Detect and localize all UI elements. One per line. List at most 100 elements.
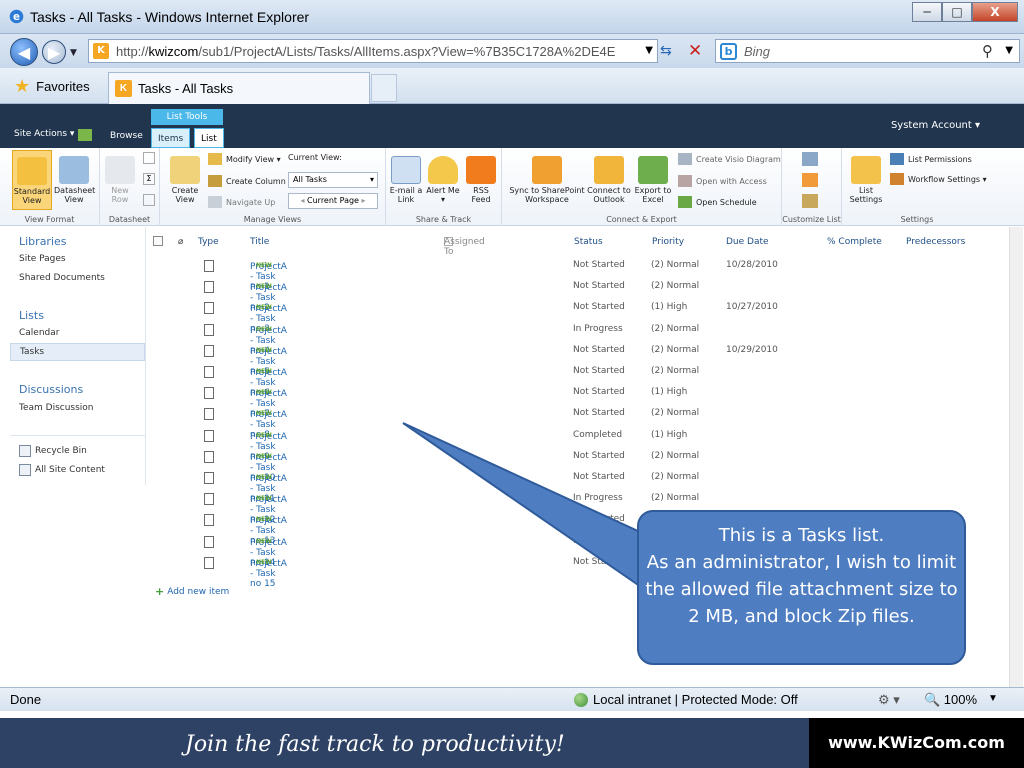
col-title[interactable]: Title (250, 237, 269, 247)
nav-team-discussion[interactable]: Team Discussion (19, 403, 94, 413)
nav-calendar[interactable]: Calendar (19, 328, 59, 338)
row-due-date: 10/28/2010 (726, 260, 778, 270)
bing-logo-icon: b (720, 43, 737, 60)
search-box[interactable]: b Bing ⚲ ▼ (715, 39, 1020, 63)
search-icon[interactable]: ⚲ (982, 42, 993, 60)
security-zone[interactable]: Local intranet | Protected Mode: Off (574, 692, 798, 707)
new-tab-button[interactable] (371, 74, 397, 102)
nav-libraries[interactable]: Libraries (19, 235, 67, 248)
table-row[interactable]: ProjectA - Task no 12 NEW In Progress (2) N… (147, 491, 1007, 525)
tab-tasks-all-tasks[interactable]: K Tasks - All Tasks (108, 72, 370, 104)
nav-tasks[interactable]: Tasks (10, 343, 145, 361)
table-row[interactable]: ProjectA - Task no 8 NEW Not Started (2) No… (147, 406, 1007, 440)
manage-views-label: Manage Views (243, 215, 302, 224)
open-access-button[interactable]: Open with Access (678, 175, 767, 187)
navigate-up-button[interactable]: Navigate Up (208, 196, 275, 208)
export-excel-button[interactable]: Export to Excel (634, 156, 672, 204)
address-dropdown-icon[interactable]: ▼ (645, 45, 653, 56)
address-field[interactable]: K http://kwizcom/sub1/ProjectA/Lists/Tas… (88, 39, 658, 63)
next-page-icon[interactable]: ▸ (362, 196, 366, 205)
new-row-button[interactable]: New Row (104, 156, 136, 204)
nav-recycle-bin[interactable]: Recycle Bin (19, 445, 87, 457)
account-menu[interactable]: System Account ▾ (891, 120, 980, 131)
sync-sharepoint-workspace-button[interactable]: Sync to SharePoint Workspace (508, 156, 586, 204)
add-new-item-link[interactable]: + Add new item (155, 585, 229, 598)
col-priority[interactable]: Priority (652, 237, 684, 247)
table-row[interactable]: ProjectA - Task no 11 NEW Not Started (2) N… (147, 470, 1007, 504)
stop-icon[interactable]: ✕ (688, 41, 702, 61)
nav-lists[interactable]: Lists (19, 309, 44, 322)
current-page-pager[interactable]: ◂ Current Page ▸ (288, 193, 378, 209)
document-icon (204, 450, 214, 463)
forward-button[interactable]: ▶ (42, 40, 66, 64)
maximize-button[interactable]: □ (942, 2, 972, 22)
create-visio-button[interactable]: Create Visio Diagram (678, 153, 781, 165)
col-predecessors[interactable]: Predecessors (906, 237, 965, 247)
rss-icon (466, 156, 496, 184)
col-type[interactable]: Type (198, 237, 219, 247)
workflow-settings-button[interactable]: Workflow Settings ▾ (890, 173, 987, 185)
new-badge: NEW (256, 537, 272, 545)
rss-feed-button[interactable]: RSS Feed (464, 156, 498, 204)
table-row[interactable]: ProjectA - Task no 10 NEW Not Started (2) N… (147, 449, 1007, 483)
standard-view-button[interactable]: Standard View (12, 150, 52, 210)
show-taskpane-icon[interactable] (143, 152, 155, 164)
nav-divider (10, 435, 145, 436)
protected-mode-icon[interactable]: ⚙ ▾ (878, 692, 900, 708)
edit-list-icon[interactable] (802, 152, 818, 166)
nav-shared-documents[interactable]: Shared Documents (19, 273, 105, 283)
totals-icon[interactable]: Σ (143, 173, 155, 185)
modify-view-button[interactable]: Modify View ▾ (208, 153, 281, 165)
site-actions-menu[interactable]: Site Actions ▾ (14, 129, 74, 139)
connect-outlook-button[interactable]: Connect to Outlook (586, 156, 632, 204)
current-view-select[interactable]: All Tasks ▾ (288, 172, 378, 188)
list-permissions-button[interactable]: List Permissions (890, 153, 972, 165)
email-link-button[interactable]: E-mail a Link (388, 156, 424, 204)
table-row[interactable]: ProjectA - Task no 1 NEW Not Started (2) No… (147, 258, 1007, 292)
search-dropdown-icon[interactable]: ▼ (1005, 45, 1013, 56)
minimize-button[interactable]: ─ (912, 2, 942, 22)
col-due-date[interactable]: Due Date (726, 237, 769, 247)
refresh-icon[interactable]: ⇆ (660, 43, 672, 59)
select-all-checkbox[interactable] (153, 236, 163, 246)
email-icon (391, 156, 421, 184)
create-column-button[interactable]: Create Column (208, 175, 286, 187)
new-quick-step-icon[interactable] (802, 194, 818, 208)
favorites-button[interactable]: ★ Favorites (10, 74, 98, 98)
table-row[interactable]: ProjectA - Task no 3 NEW Not Started (1) Hi… (147, 300, 1007, 334)
tab-browse[interactable]: Browse (110, 131, 143, 141)
title-bar: e Tasks - All Tasks - Windows Internet E… (0, 0, 1024, 34)
close-button[interactable]: X (972, 2, 1018, 22)
customize-list-label: Customize List (782, 215, 841, 224)
zoom-level[interactable]: 🔍 100% (924, 692, 977, 708)
create-view-button[interactable]: Create View (168, 156, 202, 204)
nav-all-site-content[interactable]: All Site Content (19, 464, 105, 476)
tab-list[interactable]: List (194, 128, 224, 148)
nav-discussions[interactable]: Discussions (19, 383, 83, 396)
tab-items[interactable]: Items (151, 128, 191, 148)
table-row[interactable]: ProjectA - Task no 6 NEW Not Started (2) No… (147, 364, 1007, 398)
table-row[interactable]: ProjectA - Task no 9 NEW Completed (1) High (147, 428, 1007, 462)
list-settings-button[interactable]: List Settings (846, 156, 886, 204)
new-badge: NEW (256, 474, 272, 481)
table-row[interactable]: ProjectA - Task no 5 NEW Not Started (2) No… (147, 343, 1007, 377)
nav-site-pages[interactable]: Site Pages (19, 254, 66, 264)
vertical-scrollbar[interactable] (1009, 227, 1023, 687)
table-row[interactable]: ProjectA - Task no 7 NEW Not Started (1) Hi… (147, 385, 1007, 419)
refresh-data-icon[interactable] (143, 194, 155, 206)
col-status[interactable]: Status (574, 237, 603, 247)
datasheet-view-button[interactable]: Datasheet View (54, 156, 95, 204)
navigate-up-icon[interactable] (78, 129, 92, 141)
back-button[interactable]: ◀ (10, 38, 38, 66)
history-dropdown-icon[interactable]: ▼ (70, 48, 77, 58)
table-row[interactable]: ProjectA - Task no 4 NEW In Progress (2) No… (147, 322, 1007, 356)
modify-view-icon (208, 153, 222, 165)
col-percent-complete[interactable]: % Complete (827, 237, 882, 247)
zoom-dropdown-icon[interactable]: ▼ (988, 693, 998, 704)
recycle-bin-icon (19, 445, 31, 457)
table-row[interactable]: ProjectA - Task no 2 NEW Not Started (2) No… (147, 279, 1007, 313)
open-schedule-button[interactable]: Open Schedule (678, 196, 757, 208)
form-web-parts-icon[interactable] (802, 173, 818, 187)
ie-logo-icon: e (9, 9, 24, 24)
alert-me-button[interactable]: Alert Me ▾ (426, 156, 460, 204)
